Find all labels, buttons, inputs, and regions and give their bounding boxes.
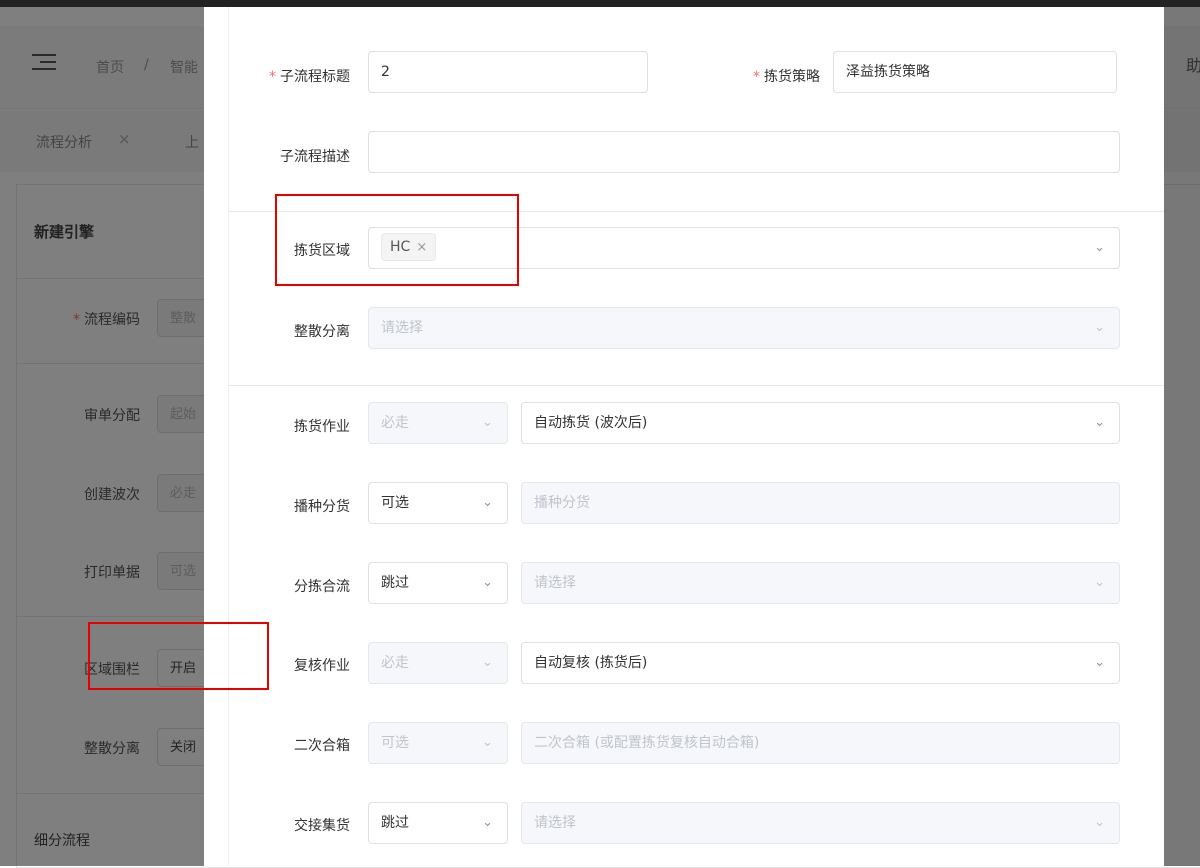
chevron-down-icon: ⌄ [1094,655,1105,670]
op-pick-value-select[interactable]: 自动拣货 (波次后) ⌄ [521,402,1120,444]
op-rebox-mode-select[interactable]: 可选 ⌄ [368,722,508,764]
op-sort-value-select[interactable]: 请选择 ⌄ [521,562,1120,604]
chevron-down-icon: ⌄ [1094,575,1105,590]
label-pick-area: 拣货区域 [294,243,350,259]
chevron-down-icon: ⌄ [1094,320,1105,335]
op-handover-mode-select[interactable]: 跳过 ⌄ [368,802,508,844]
label-op-check: 复核作业 [294,658,350,674]
label-op-seed: 播种分货 [294,499,350,515]
area-tag-label: HC [390,239,411,255]
op-pick-mode-value: 必走 [381,415,409,431]
label-subflow-desc: 子流程描述 [280,149,350,165]
op-seed-mode-select[interactable]: 可选 ⌄ [368,482,508,524]
chevron-down-icon: ⌄ [1094,415,1105,430]
label-op-rebox: 二次合箱 [294,738,350,754]
label-subflow-title: * 子流程标题 [269,69,350,85]
label-op-handover: 交接集货 [294,818,350,834]
label-op-pick: 拣货作业 [294,419,350,435]
pick-strategy-input[interactable]: 泽益拣货策略 [833,51,1117,93]
op-rebox-mode-value: 可选 [381,735,409,751]
label-split: 整散分离 [294,324,350,340]
divider [228,211,1164,212]
op-check-value: 自动复核 (拣货后) [534,655,648,671]
chevron-down-icon: ⌄ [482,735,493,750]
op-handover-value: 请选择 [534,815,576,831]
chevron-down-icon: ⌄ [1094,240,1105,255]
chevron-down-icon: ⌄ [482,655,493,670]
label-op-sort: 分拣合流 [294,579,350,595]
window-top-strip [0,0,1200,7]
label-pick-strategy: * 拣货策略 [753,69,820,85]
overlay-edge [1164,7,1200,866]
subflow-title-input[interactable]: 2 [368,51,648,93]
area-tag: HC × [381,233,437,261]
op-seed-mode-value: 可选 [381,495,409,511]
op-check-mode-value: 必走 [381,655,409,671]
op-rebox-value-input[interactable]: 二次合箱 (或配置拣货复核自动合箱) [521,722,1120,764]
op-sort-mode-value: 跳过 [381,575,409,591]
op-check-mode-select[interactable]: 必走 ⌄ [368,642,508,684]
op-pick-value: 自动拣货 (波次后) [534,415,648,431]
tag-close-icon[interactable]: × [416,240,427,255]
op-sort-mode-select[interactable]: 跳过 ⌄ [368,562,508,604]
op-sort-value: 请选择 [534,575,576,591]
subflow-drawer: * 子流程标题 2 * 拣货策略 泽益拣货策略 子流程描述 拣货区域 HC × ⌄ 整… [204,7,1164,866]
chevron-down-icon: ⌄ [482,575,493,590]
subflow-desc-input[interactable] [368,131,1120,173]
chevron-down-icon: ⌄ [1094,815,1105,830]
divider [228,385,1164,386]
op-seed-value-input[interactable]: 播种分货 [521,482,1120,524]
pick-area-select[interactable]: HC × ⌄ [368,227,1120,269]
chevron-down-icon: ⌄ [482,815,493,830]
op-check-value-select[interactable]: 自动复核 (拣货后) ⌄ [521,642,1120,684]
op-rebox-value: 二次合箱 (或配置拣货复核自动合箱) [534,735,760,751]
split-placeholder: 请选择 [381,320,423,336]
op-seed-value: 播种分货 [534,495,590,511]
op-handover-value-select[interactable]: 请选择 ⌄ [521,802,1120,844]
chevron-down-icon: ⌄ [482,415,493,430]
op-handover-mode-value: 跳过 [381,815,409,831]
chevron-down-icon: ⌄ [482,495,493,510]
op-pick-mode-select[interactable]: 必走 ⌄ [368,402,508,444]
split-select[interactable]: 请选择 ⌄ [368,307,1120,349]
